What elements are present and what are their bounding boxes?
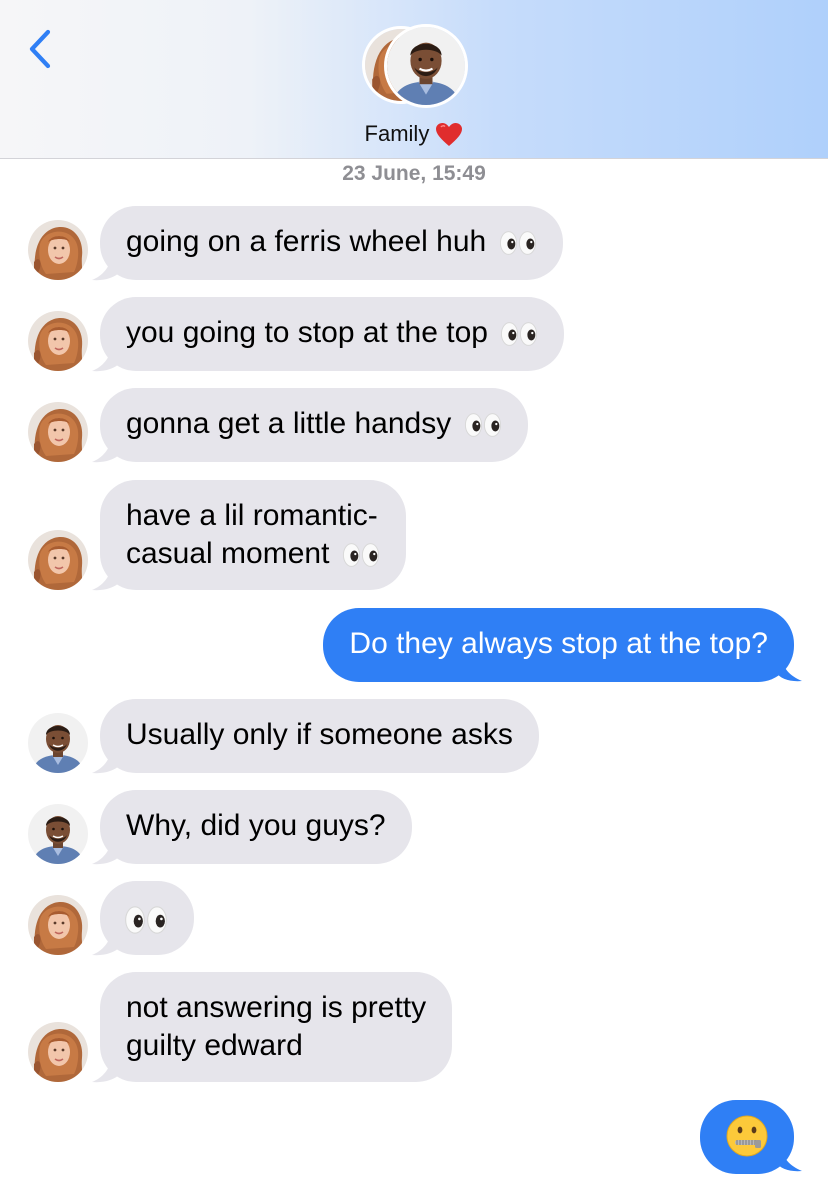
message-bubble[interactable]: going on a ferris wheel huh [100, 206, 563, 280]
message-bubble[interactable]: not answering is pretty guilty edward [100, 972, 453, 1082]
message-text: Why, did you guys? [126, 809, 386, 842]
message-bubble[interactable]: gonna get a little handsy [100, 388, 528, 462]
message-text-line: casual moment [126, 537, 330, 570]
message-row [0, 1100, 828, 1174]
avatar[interactable] [28, 713, 88, 773]
group-title[interactable]: Family [0, 120, 828, 148]
conversation-header: Family [0, 0, 828, 159]
message-bubble[interactable]: have a lil romantic- casual moment [100, 480, 406, 590]
eyes-emoji-icon [500, 320, 538, 348]
message-row: you going to stop at the top [0, 297, 828, 372]
group-name: Family [364, 121, 430, 147]
message-text: Do they always stop at the top? [349, 627, 768, 660]
avatar[interactable] [28, 220, 88, 280]
avatar[interactable] [28, 895, 88, 955]
message-row: not answering is pretty guilty edward [0, 972, 828, 1083]
message-bubble[interactable] [700, 1100, 794, 1174]
message-text: gonna get a little handsy [126, 407, 452, 440]
message-row: have a lil romantic- casual moment [0, 480, 828, 591]
message-text-line: not answering is pretty [126, 991, 427, 1024]
message-row: Do they always stop at the top? [0, 608, 828, 682]
message-bubble[interactable] [100, 881, 194, 955]
eyes-emoji-icon [124, 904, 168, 936]
message-text-line: guilty edward [126, 1029, 303, 1062]
message-timestamp: 23 June, 15:49 [342, 162, 486, 185]
message-bubble[interactable]: Usually only if someone asks [100, 699, 539, 773]
message-row: Usually only if someone asks [0, 699, 828, 774]
back-button[interactable] [22, 26, 62, 72]
message-bubble[interactable]: you going to stop at the top [100, 297, 565, 371]
eyes-emoji-icon [499, 229, 537, 257]
message-text-line: have a lil romantic- [126, 499, 378, 532]
avatar[interactable] [28, 804, 88, 864]
eyes-emoji-icon [464, 411, 502, 439]
message-text: Usually only if someone asks [126, 718, 513, 751]
message-text: you going to stop at the top [126, 316, 488, 349]
group-avatar[interactable] [362, 24, 468, 108]
eyes-emoji-icon [342, 541, 380, 569]
member-avatar-man [384, 24, 468, 108]
avatar[interactable] [28, 530, 88, 590]
message-bubble[interactable]: Do they always stop at the top? [323, 608, 794, 682]
zipper-mouth-face-icon [726, 1115, 768, 1157]
chevron-left-icon [29, 29, 51, 69]
avatar[interactable] [28, 1022, 88, 1082]
message-text: going on a ferris wheel huh [126, 225, 487, 258]
message-row: going on a ferris wheel huh [0, 206, 828, 281]
avatar[interactable] [28, 311, 88, 371]
message-bubble[interactable]: Why, did you guys? [100, 790, 412, 864]
message-row: Why, did you guys? [0, 790, 828, 865]
message-row: gonna get a little handsy [0, 388, 828, 463]
avatar[interactable] [28, 402, 88, 462]
message-row [0, 881, 828, 956]
heart-icon [435, 121, 463, 146]
